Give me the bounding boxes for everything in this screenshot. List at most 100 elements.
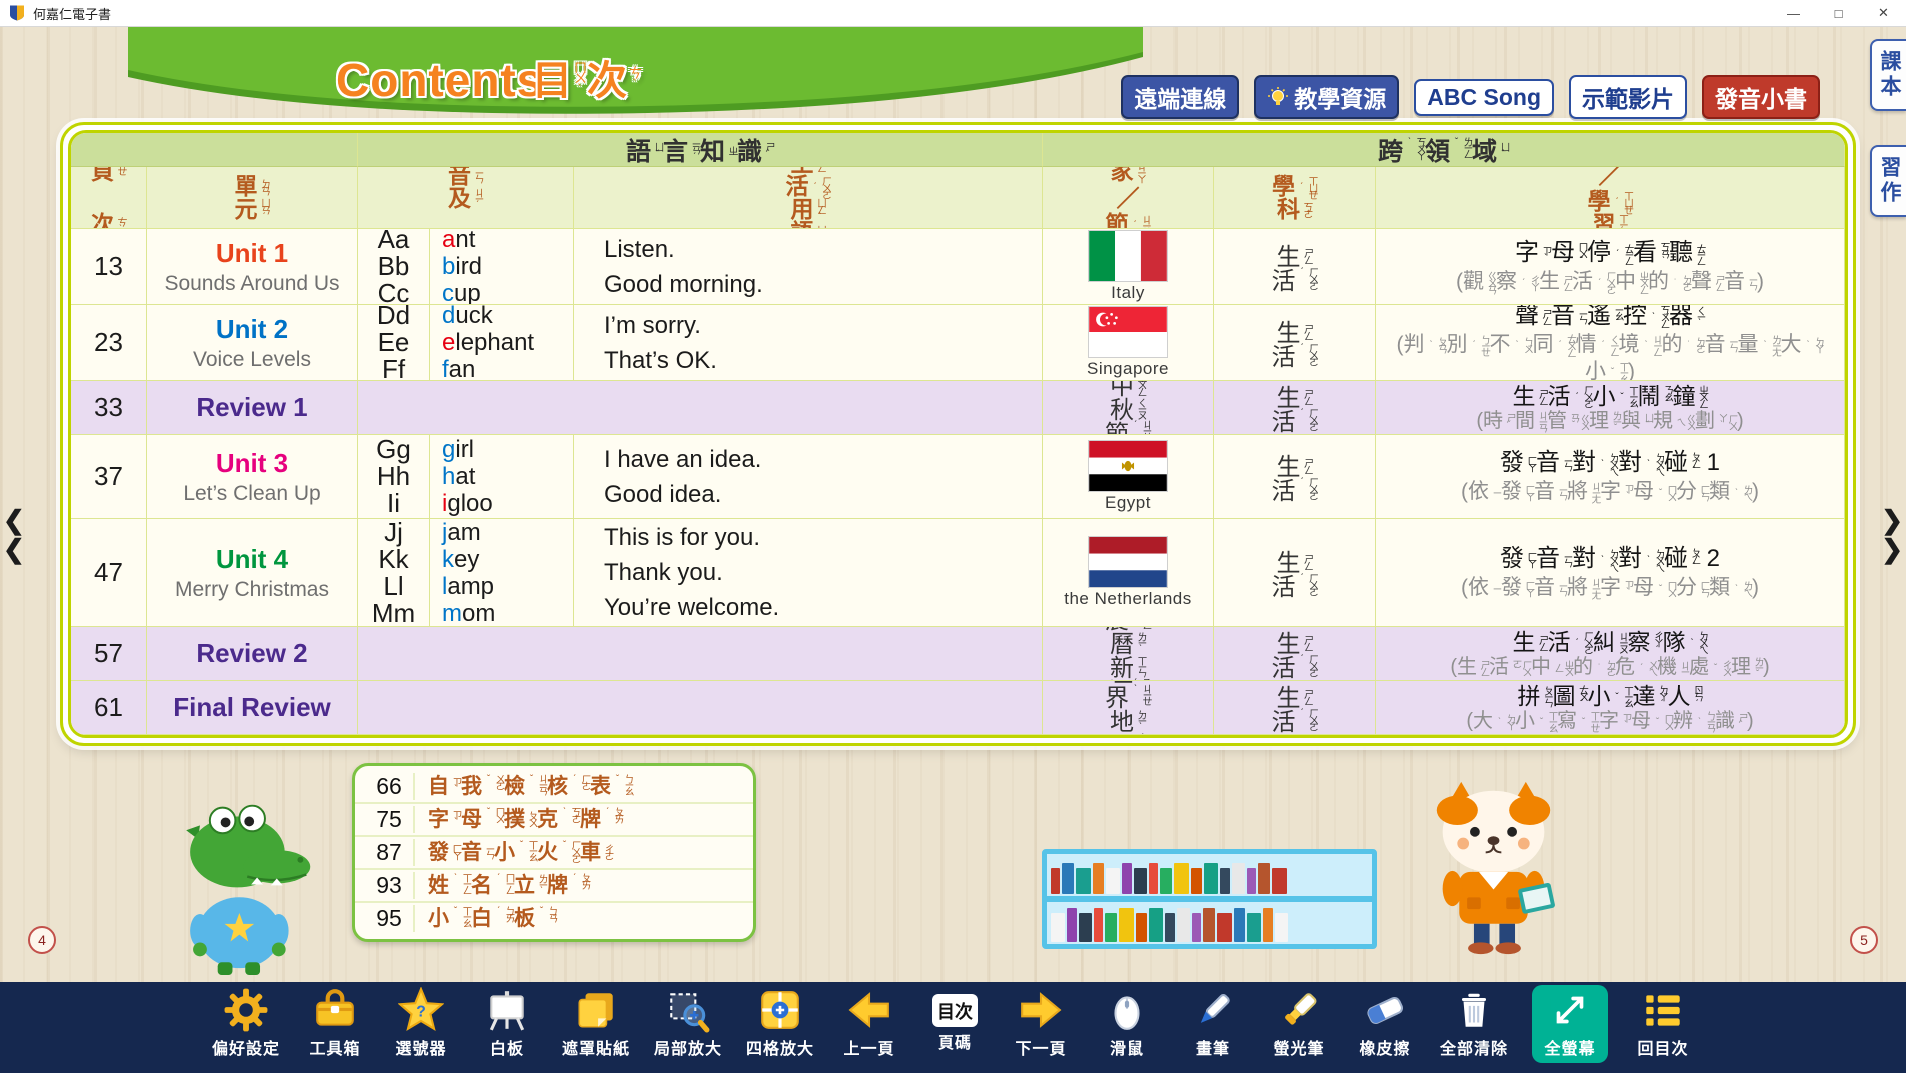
country-label: Italy xyxy=(1111,283,1145,303)
row-unit-cell[interactable]: Unit 4Merry Christmas xyxy=(147,519,358,627)
top-button-label: 遠端連線 xyxy=(1134,80,1226,114)
gear-icon xyxy=(223,987,269,1033)
row-country: 農ㄋㄨㄥˊ曆ㄌㄧˋ新ㄒㄧㄣ年ㄋㄧㄢˊ xyxy=(1043,627,1214,681)
appendix-item[interactable]: 75 字ㄗˋ母ㄇㄨˇ撲ㄆㄨ克ㄎㄜˋ牌ㄆㄞˊ xyxy=(355,804,753,837)
minimize-icon[interactable]: — xyxy=(1771,0,1816,27)
toolbar-label: 滑鼠 xyxy=(1110,1035,1144,1059)
close-icon[interactable]: ✕ xyxy=(1861,0,1906,27)
row-subject: 生ㄕㄥ活ㄏㄨㄛˊ xyxy=(1214,435,1376,519)
book-spine xyxy=(1177,908,1190,942)
unit-title: Unit 4 xyxy=(216,544,288,575)
top-button-3[interactable]: ABC Song xyxy=(1414,79,1554,116)
book-spine xyxy=(1174,863,1189,894)
row-page-number[interactable]: 13 xyxy=(71,229,147,305)
toolbar-star-picker-button[interactable]: ? 選號器 xyxy=(390,987,452,1059)
toolbar-clear-all-button[interactable]: 全部清除 xyxy=(1440,987,1508,1059)
group-header-language-knowledge: 語ㄩˇ言ㄧㄢˊ知ㄓ識ㄕˋ xyxy=(358,133,1043,167)
row-unit-cell[interactable]: Unit 2Voice Levels xyxy=(147,305,358,381)
book-spine xyxy=(1192,913,1201,942)
toolbar-mouse-button[interactable]: 滑鼠 xyxy=(1096,987,1158,1059)
row-page-number[interactable]: 33 xyxy=(71,381,147,435)
chevron-left-icon: ❮ xyxy=(3,509,25,532)
maximize-icon[interactable]: □ xyxy=(1816,0,1861,27)
row-words: antbirdcup xyxy=(430,229,574,305)
top-button-4[interactable]: 示範影片 xyxy=(1569,75,1687,119)
book-spine xyxy=(1093,863,1104,894)
contents-banner: Contents 目ㄇㄨˋ次ㄘˋ xyxy=(128,27,1143,127)
row-page-number[interactable]: 47 xyxy=(71,519,147,627)
prev-page-icon xyxy=(846,987,892,1033)
row-unit-cell[interactable]: Unit 3Let’s Clean Up xyxy=(147,435,358,519)
egypt-flag-icon xyxy=(1088,440,1168,492)
country-label: the Netherlands xyxy=(1064,589,1192,609)
toolbar-whiteboard-button[interactable]: 白板 xyxy=(476,987,538,1059)
appendix-item[interactable]: 66自ㄗˋ我ㄨㄛˇ檢ㄐㄧㄢˇ核ㄏㄜˊ表ㄅㄧㄠˇ xyxy=(355,771,753,804)
col-header-1: 頁ㄧㄝˋ次ㄘˋ xyxy=(71,167,147,229)
toolbar-label: 全部清除 xyxy=(1440,1035,1508,1059)
toolbar-zoom-area-button[interactable]: 局部放大 xyxy=(654,987,722,1059)
row-page-number[interactable]: 61 xyxy=(71,681,147,735)
appendix-page-number: 95 xyxy=(365,905,415,932)
book-spine xyxy=(1136,913,1147,942)
toolbar-pen-button[interactable]: 畫筆 xyxy=(1182,987,1244,1059)
row-page-number[interactable]: 23 xyxy=(71,305,147,381)
toolbar-toc-button[interactable]: 回目次 xyxy=(1632,987,1694,1059)
toolbar-label: 畫筆 xyxy=(1196,1035,1230,1059)
titlebar: 何嘉仁電子書 —□✕ xyxy=(0,0,1906,27)
row-letters: DdEeFf xyxy=(358,305,430,381)
dog-mascot xyxy=(1418,779,1570,962)
col-header-5: 國ㄍㄨㄛˊ家ㄐㄧㄚ／節ㄐㄧㄝˊ慶ㄑㄧㄥˋ xyxy=(1043,167,1214,229)
appendix-item[interactable]: 93姓ㄒㄧㄥˋ名ㄇㄧㄥˊ立ㄌㄧˋ牌ㄆㄞˊ xyxy=(355,870,753,903)
appendix-label: 字ㄗˋ母ㄇㄨˇ撲ㄆㄨ克ㄎㄜˋ牌ㄆㄞˊ xyxy=(428,807,623,832)
row-page-number[interactable]: 57 xyxy=(71,627,147,681)
toolbar-fullscreen-button[interactable]: 全螢幕 xyxy=(1532,985,1608,1063)
appendix-item[interactable]: 95小ㄒㄧㄠˇ白ㄅㄞˊ板ㄅㄢˇ xyxy=(355,903,753,934)
book-spine xyxy=(1160,868,1172,894)
toolbar-sticker-button[interactable]: 遮罩貼紙 xyxy=(562,987,630,1059)
chevron-left-icon: ❮ xyxy=(3,538,25,561)
book-spine xyxy=(1134,868,1147,894)
whiteboard-icon xyxy=(484,987,530,1033)
toolbar-prev-page-button[interactable]: 上一頁 xyxy=(838,987,900,1059)
toolbar-eraser-button[interactable]: 橡皮擦 xyxy=(1354,987,1416,1059)
bookshelf-top-row xyxy=(1047,854,1372,902)
toolbar-page-number-button[interactable]: 目次頁碼 xyxy=(924,987,986,1053)
row-review-spacer xyxy=(358,627,1043,681)
book-spine xyxy=(1149,908,1163,942)
side-tab-2[interactable]: 習作 xyxy=(1870,145,1906,217)
top-button-1[interactable]: 遠端連線 xyxy=(1121,75,1239,119)
banner-title-zh: 目ㄇㄨˋ次ㄘˋ xyxy=(532,57,642,104)
svg-text:?: ? xyxy=(416,1003,426,1020)
next-page-arrow[interactable]: ❯❯ xyxy=(1881,509,1903,562)
toolbar-quad-zoom-button[interactable]: 四格放大 xyxy=(746,987,814,1059)
appendix-label: 姓ㄒㄧㄥˋ名ㄇㄧㄥˊ立ㄌㄧˋ牌ㄆㄞˊ xyxy=(428,873,590,898)
toolbar-next-page-button[interactable]: 下一頁 xyxy=(1010,987,1072,1059)
top-button-5[interactable]: 發音小書 xyxy=(1702,75,1820,119)
bottom-toolbar: 偏好設定工具箱? 選號器 白板遮罩貼紙局部放大四格放大上一頁目次頁碼下一頁滑鼠 畫筆 螢… xyxy=(0,982,1906,1073)
row-review-cell[interactable]: Final Review xyxy=(147,681,358,735)
row-unit-cell[interactable]: Unit 1Sounds Around Us xyxy=(147,229,358,305)
eraser-icon xyxy=(1362,987,1408,1033)
group-header-cross-domain: 跨ㄎㄨㄚˋ領ㄌㄧㄥˇ域ㄩˋ xyxy=(1043,133,1845,167)
prev-page-arrow[interactable]: ❮❮ xyxy=(3,509,25,562)
toolbar-gear-button[interactable]: 偏好設定 xyxy=(212,987,280,1059)
toolbar-highlighter-button[interactable]: 螢光筆 xyxy=(1268,987,1330,1059)
row-page-number[interactable]: 37 xyxy=(71,435,147,519)
row-review-cell[interactable]: Review 1 xyxy=(147,381,358,435)
appendix-item[interactable]: 87發ㄈㄚ音ㄧㄣ小ㄒㄧㄠˇ火ㄏㄨㄛˇ車ㄔㄜ xyxy=(355,837,753,870)
toolbar-label: 選號器 xyxy=(395,1035,446,1059)
book-spine xyxy=(1165,913,1175,942)
unit-subtitle: Voice Levels xyxy=(193,348,311,372)
bookshelf-bottom-row xyxy=(1047,902,1372,944)
row-activity: 拼ㄆㄧㄣ圖ㄊㄨˊ小ㄒㄧㄠˇ達ㄉㄚˊ人ㄖㄣˊ(大ㄉㄚˋ小ㄒㄧㄠˇ寫ㄒㄧㄝˇ字ㄗˋ母… xyxy=(1376,681,1845,735)
side-tab-1[interactable]: 課本 xyxy=(1870,39,1906,111)
top-button-2[interactable]: 教學資源 xyxy=(1254,75,1399,119)
appendix-page-number: 75 xyxy=(365,806,415,833)
row-review-spacer xyxy=(358,681,1043,735)
col-header-3: 字ㄗˋ母ㄇㄨˇ、發ㄈㄚ音ㄧㄣ及ㄐㄧˊ代ㄉㄞˋ表ㄅㄧㄠˇ字ㄗˋ彙ㄏㄨㄟˋ xyxy=(358,167,574,229)
toolbar-toolbox-button[interactable]: 工具箱 xyxy=(304,987,366,1059)
appendix-page-number: 87 xyxy=(365,839,415,866)
window-title: 何嘉仁電子書 xyxy=(33,4,111,23)
row-review-cell[interactable]: Review 2 xyxy=(147,627,358,681)
fullscreen-icon xyxy=(1547,987,1593,1033)
